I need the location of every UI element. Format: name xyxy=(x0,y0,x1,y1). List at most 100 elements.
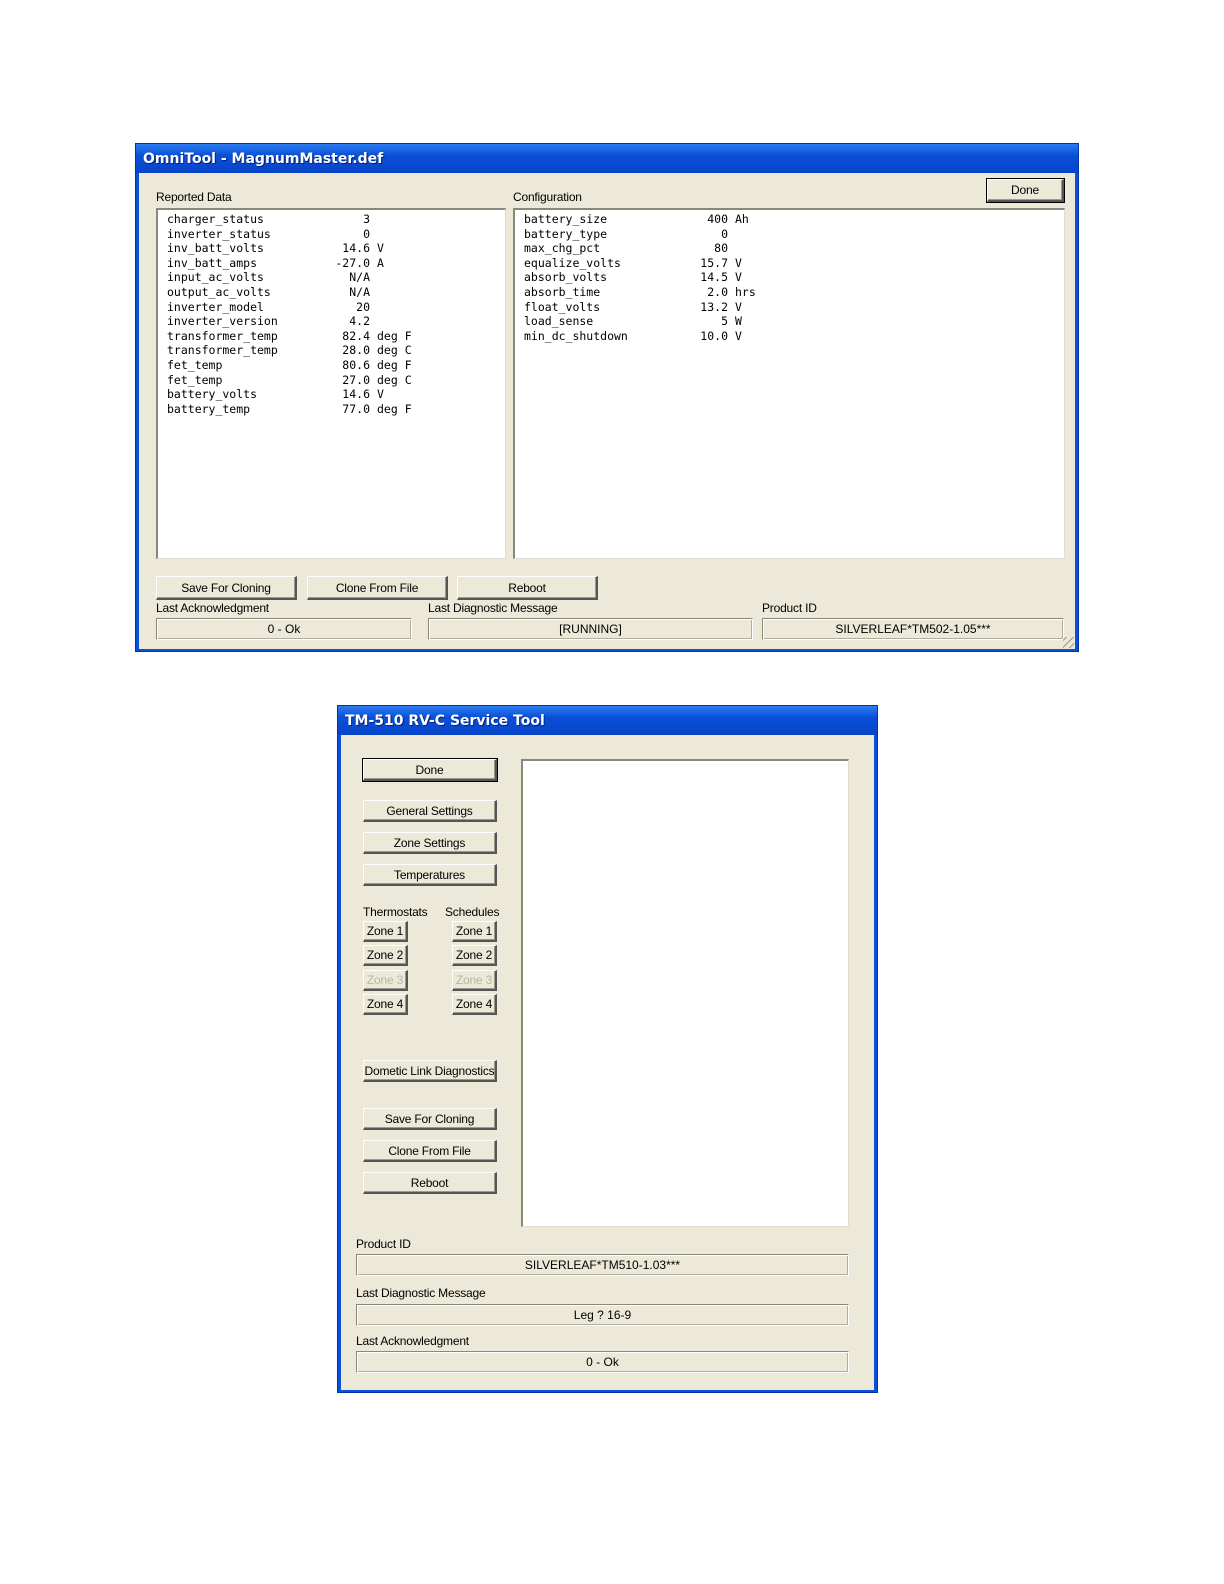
save-for-cloning-button[interactable]: Save For Cloning xyxy=(156,576,297,600)
reported-data-row-value: 4.2 xyxy=(349,314,370,329)
temperatures-button[interactable]: Temperatures xyxy=(363,864,497,886)
configuration-row-value: 10.0 xyxy=(700,328,728,343)
configuration-row-unit: V xyxy=(735,328,742,343)
reported-data-row-key: output_ac_volts xyxy=(167,284,271,299)
configuration-row-unit: hrs xyxy=(735,284,756,299)
reported-data-row-unit: A xyxy=(377,255,384,270)
tm510-save-for-cloning-button[interactable]: Save For Cloning xyxy=(363,1108,497,1130)
reported-data-row: transformer_temp 82.4 deg F xyxy=(167,329,505,344)
configuration-row: load_sense 5 W xyxy=(524,314,1064,329)
tm510-reboot-button[interactable]: Reboot xyxy=(363,1172,497,1194)
reported-data-row: fet_temp 27.0 deg C xyxy=(167,373,505,388)
reported-data-row-key: transformer_temp xyxy=(167,343,278,358)
configuration-row: max_chg_pct 80 xyxy=(524,241,1064,256)
reported-data-row-value: 28.0 xyxy=(342,343,370,358)
tm510-last-diagnostic-field: Leg ? 16-9 xyxy=(356,1304,849,1326)
schedule-zone-3-button[interactable]: Zone 3 xyxy=(452,970,497,991)
configuration-row-unit: Ah xyxy=(735,212,749,226)
reported-data-row-unit xyxy=(370,314,377,329)
tm510-product-id-field: SILVERLEAF*TM510-1.03*** xyxy=(356,1254,849,1276)
reported-data-row-value: 20 xyxy=(356,299,370,314)
reported-data-row-value: 0 xyxy=(363,226,370,241)
configuration-row: battery_type 0 xyxy=(524,227,1064,242)
reported-data-row-key: input_ac_volts xyxy=(167,270,264,285)
reported-data-row-unit: V xyxy=(377,387,384,402)
reported-data-row-value: 82.4 xyxy=(342,328,370,343)
reported-data-row-unit: deg C xyxy=(377,372,412,387)
tm510-clone-from-file-button[interactable]: Clone From File xyxy=(363,1140,497,1162)
configuration-label: Configuration xyxy=(513,190,582,204)
configuration-row: min_dc_shutdown 10.0 V xyxy=(524,329,1064,344)
schedule-zone-2-button[interactable]: Zone 2 xyxy=(452,945,497,966)
reported-data-row: inv_batt_volts 14.6 V xyxy=(167,241,505,256)
general-settings-button[interactable]: General Settings xyxy=(363,800,497,822)
reported-data-label: Reported Data xyxy=(156,190,232,204)
reported-data-row-unit xyxy=(370,227,377,242)
resize-grip[interactable] xyxy=(1063,637,1074,648)
omnitool-titlebar[interactable]: OmniTool - MagnumMaster.def xyxy=(136,144,1078,173)
configuration-row-unit xyxy=(728,227,735,242)
configuration-row-value: 80 xyxy=(714,241,728,256)
tm510-last-acknowledgment-label: Last Acknowledgment xyxy=(356,1334,469,1348)
configuration-row-value: 14.5 xyxy=(700,270,728,285)
reported-data-row-value: 80.6 xyxy=(342,357,370,372)
reported-data-row-key: inv_batt_volts xyxy=(167,241,264,256)
reported-data-row-key: inv_batt_amps xyxy=(167,255,258,270)
reported-data-row-value: -27.0 xyxy=(335,255,370,270)
tm510-titlebar[interactable]: TM-510 RV-C Service Tool xyxy=(338,706,877,735)
reported-data-row: inverter_status 0 xyxy=(167,227,505,242)
zone-settings-button[interactable]: Zone Settings xyxy=(363,832,497,854)
configuration-row-key: battery_type xyxy=(524,226,608,241)
configuration-row-key: absorb_time xyxy=(524,284,601,299)
reported-data-row-value: N/A xyxy=(349,270,370,285)
last-diagnostic-label: Last Diagnostic Message xyxy=(428,601,558,615)
reported-data-list[interactable]: charger_status 3 inverter_status 0 inv_batt_… xyxy=(156,208,506,559)
reported-data-row-unit xyxy=(370,300,377,315)
thermostat-zone-4-button[interactable]: Zone 4 xyxy=(363,994,408,1015)
configuration-row-value: 15.7 xyxy=(700,255,728,270)
configuration-list[interactable]: battery_size 400 Ah battery_type 0 max_chg_pc… xyxy=(513,208,1065,559)
configuration-row-value: 0 xyxy=(721,226,728,241)
dometic-link-diagnostics-button[interactable]: Dometic Link Diagnostics xyxy=(363,1060,497,1082)
tm510-client: Done General Settings Zone Settings Temp… xyxy=(341,735,874,1390)
thermostat-zone-2-button[interactable]: Zone 2 xyxy=(363,945,408,966)
schedule-zone-4-button[interactable]: Zone 4 xyxy=(452,994,497,1015)
reported-data-row: inverter_version 4.2 xyxy=(167,314,505,329)
thermostat-zone-1-button[interactable]: Zone 1 xyxy=(363,921,408,942)
clone-from-file-button[interactable]: Clone From File xyxy=(307,576,448,600)
done-button[interactable]: Done xyxy=(986,178,1065,203)
reported-data-row-key: battery_temp xyxy=(167,401,251,416)
reported-data-row: inverter_model 20 xyxy=(167,300,505,315)
reported-data-row-unit: deg C xyxy=(377,343,412,358)
thermostat-zone-3-button[interactable]: Zone 3 xyxy=(363,970,408,991)
schedule-zone-1-button[interactable]: Zone 1 xyxy=(452,921,497,942)
last-acknowledgment-label: Last Acknowledgment xyxy=(156,601,269,615)
reported-data-row: input_ac_volts N/A xyxy=(167,270,505,285)
omnitool-title: OmniTool - MagnumMaster.def xyxy=(143,151,384,167)
configuration-row-key: min_dc_shutdown xyxy=(524,328,628,343)
reported-data-row-key: inverter_model xyxy=(167,299,264,314)
reported-data-row-value: N/A xyxy=(349,284,370,299)
reported-data-row-key: inverter_status xyxy=(167,226,271,241)
last-diagnostic-field: [RUNNING] xyxy=(428,618,753,640)
reported-data-row-unit xyxy=(370,285,377,300)
configuration-row-unit: V xyxy=(735,255,742,270)
reported-data-row-key: inverter_version xyxy=(167,314,278,329)
configuration-row: equalize_volts 15.7 V xyxy=(524,256,1064,271)
reported-data-row-value: 14.6 xyxy=(342,387,370,402)
configuration-row-unit: V xyxy=(735,299,742,314)
thermostats-label: Thermostats xyxy=(363,905,428,919)
reboot-button[interactable]: Reboot xyxy=(457,576,598,600)
tm510-output-panel[interactable] xyxy=(521,759,849,1227)
configuration-row-value: 13.2 xyxy=(700,299,728,314)
reported-data-row-key: fet_temp xyxy=(167,357,223,372)
reported-data-row: battery_temp 77.0 deg F xyxy=(167,402,505,417)
reported-data-row-key: charger_status xyxy=(167,212,264,226)
reported-data-row-value: 77.0 xyxy=(342,401,370,416)
tm510-done-button[interactable]: Done xyxy=(362,758,498,782)
reported-data-row: fet_temp 80.6 deg F xyxy=(167,358,505,373)
tm510-last-diagnostic-label: Last Diagnostic Message xyxy=(356,1286,486,1300)
configuration-row-value: 2.0 xyxy=(707,284,728,299)
configuration-row-key: load_sense xyxy=(524,314,594,329)
reported-data-row: charger_status 3 xyxy=(167,212,505,227)
